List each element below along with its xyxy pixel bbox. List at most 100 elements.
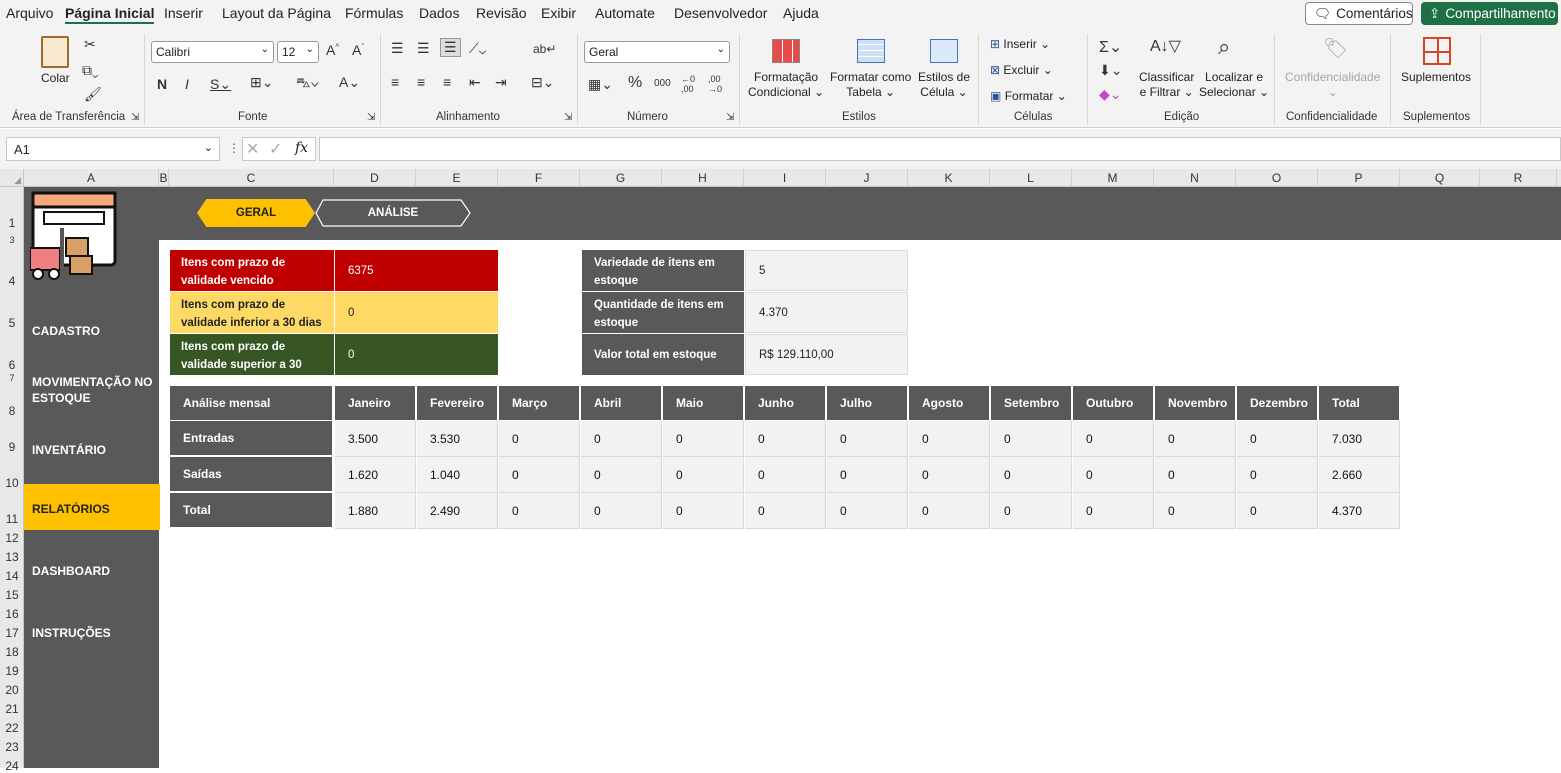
paste-icon[interactable]	[41, 36, 69, 68]
format-as-table-button[interactable]: Formatar como Tabela ⌄	[830, 70, 911, 100]
row-header[interactable]: 7	[0, 373, 24, 383]
row-header[interactable]: 5	[0, 316, 24, 330]
menu-desenvolvedor[interactable]: Desenvolvedor	[674, 5, 767, 21]
bold-icon[interactable]: N	[157, 76, 167, 92]
menu-inserir[interactable]: Inserir	[164, 5, 203, 21]
delete-cells-button[interactable]: ⊠ Excluir ⌄	[990, 63, 1053, 78]
row-header[interactable]: 3	[0, 235, 24, 245]
decrease-decimal-icon[interactable]: ,00 →0	[708, 74, 722, 94]
clear-icon[interactable]: ◆⌄	[1099, 86, 1122, 103]
column-header[interactable]: E	[416, 169, 498, 187]
column-header[interactable]: O	[1236, 169, 1318, 187]
font-name-select[interactable]: Calibri ⌄	[151, 41, 274, 63]
row-header[interactable]: 13	[0, 550, 24, 564]
sidebar-item-inventario[interactable]: INVENTÁRIO	[32, 442, 106, 458]
conditional-formatting-icon[interactable]	[772, 39, 800, 63]
format-painter-icon[interactable]: 🖌	[84, 86, 102, 103]
font-color-icon[interactable]: A⌄	[339, 74, 360, 91]
name-box[interactable]: A1 ⌄	[6, 137, 220, 161]
percent-icon[interactable]: %	[628, 74, 642, 92]
thousands-icon[interactable]: 000	[654, 78, 671, 89]
column-header[interactable]: L	[990, 169, 1072, 187]
column-header[interactable]: C	[169, 169, 334, 187]
column-header[interactable]: G	[580, 169, 662, 187]
row-header[interactable]: 6	[0, 358, 24, 372]
increase-indent-icon[interactable]: ⇥	[495, 74, 507, 91]
conditional-formatting-button[interactable]: Formatação Condicional ⌄	[748, 70, 824, 100]
align-bottom-icon[interactable]: ☰	[440, 38, 461, 57]
menu-arquivo[interactable]: Arquivo	[6, 5, 53, 21]
row-header[interactable]: 15	[0, 588, 24, 602]
autosum-icon[interactable]: Σ⌄	[1099, 37, 1122, 57]
grow-font-icon[interactable]: A^	[326, 42, 339, 58]
row-header[interactable]: 10	[0, 476, 24, 490]
underline-icon[interactable]: S⌄	[210, 76, 231, 93]
dialog-launcher-icon[interactable]: ⇲	[131, 112, 139, 123]
menu-layout[interactable]: Layout da Página	[222, 5, 331, 21]
row-header[interactable]: 12	[0, 531, 24, 545]
align-right-icon[interactable]: ≡	[443, 74, 451, 90]
column-header[interactable]: R	[1480, 169, 1557, 187]
share-button[interactable]: ⇪ Compartilhamento	[1421, 2, 1558, 25]
number-format-select[interactable]: Geral ⌄	[584, 41, 730, 63]
sort-filter-button[interactable]: Classificar e Filtrar ⌄	[1139, 70, 1194, 100]
column-header[interactable]: K	[908, 169, 990, 187]
addins-button[interactable]: Suplementos	[1401, 70, 1471, 85]
wrap-text-icon[interactable]: ab↵	[533, 42, 556, 56]
column-header[interactable]: H	[662, 169, 744, 187]
menu-exibir[interactable]: Exibir	[541, 5, 576, 21]
row-header[interactable]: 11	[0, 512, 24, 526]
column-header[interactable]: P	[1318, 169, 1400, 187]
search-icon[interactable]: ⌕	[1218, 34, 1230, 60]
row-header[interactable]: 14	[0, 569, 24, 583]
tab-geral[interactable]: GERAL	[197, 199, 315, 227]
decrease-indent-icon[interactable]: ⇤	[469, 74, 481, 91]
sidebar-item-relatorios[interactable]: RELATÓRIOS	[24, 484, 160, 530]
format-as-table-icon[interactable]	[857, 39, 885, 63]
column-header[interactable]: D	[334, 169, 416, 187]
row-header[interactable]: 22	[0, 721, 24, 735]
sidebar-item-instrucoes[interactable]: INSTRUÇÕES	[32, 625, 111, 641]
row-header[interactable]: 18	[0, 645, 24, 659]
row-header[interactable]: 23	[0, 740, 24, 754]
merge-center-icon[interactable]: ⊟⌄	[531, 74, 554, 91]
row-header[interactable]: 24	[0, 759, 24, 773]
column-header[interactable]: F	[498, 169, 580, 187]
insert-function-icon[interactable]: fx	[295, 140, 308, 156]
sidebar-item-dashboard[interactable]: DASHBOARD	[32, 563, 110, 579]
shrink-font-icon[interactable]: Aˇ	[352, 42, 364, 58]
column-header[interactable]: J	[826, 169, 908, 187]
currency-icon[interactable]: ▦⌄	[588, 76, 613, 93]
menu-dados[interactable]: Dados	[419, 5, 459, 21]
select-all-button[interactable]: ◢	[0, 169, 24, 187]
column-header[interactable]: B	[159, 169, 169, 187]
row-header[interactable]: 17	[0, 626, 24, 640]
align-middle-icon[interactable]: ☰	[417, 40, 430, 57]
row-header[interactable]: 19	[0, 664, 24, 678]
sidebar-item-cadastro[interactable]: CADASTRO	[32, 323, 100, 339]
cancel-icon[interactable]: ✕	[246, 139, 259, 159]
format-cells-button[interactable]: ▣ Formatar ⌄	[990, 89, 1067, 104]
sidebar-item-movimentacao[interactable]: MOVIMENTAÇÃO NO ESTOQUE	[32, 374, 157, 406]
cut-icon[interactable]: ✂	[84, 36, 96, 53]
confirm-icon[interactable]: ✓	[269, 139, 282, 159]
menu-automate[interactable]: Automate	[595, 5, 655, 21]
align-left-icon[interactable]: ≡	[391, 74, 399, 90]
tab-analise[interactable]: ANÁLISE	[315, 199, 471, 227]
column-header[interactable]: N	[1154, 169, 1236, 187]
formula-input[interactable]	[319, 137, 1561, 161]
align-top-icon[interactable]: ☰	[391, 40, 404, 57]
row-header[interactable]: 16	[0, 607, 24, 621]
find-select-button[interactable]: Localizar e Selecionar ⌄	[1199, 70, 1269, 100]
insert-cells-button[interactable]: ⊞ Inserir ⌄	[990, 37, 1050, 52]
row-header[interactable]: 21	[0, 702, 24, 716]
paste-button[interactable]: Colar	[41, 71, 70, 86]
fill-icon[interactable]: ⬇⌄	[1099, 62, 1122, 79]
menu-pagina-inicial[interactable]: Página Inicial	[65, 5, 155, 24]
menu-formulas[interactable]: Fórmulas	[345, 5, 403, 21]
align-center-icon[interactable]: ≡	[417, 74, 425, 90]
copy-icon[interactable]: ⧉⌄	[82, 62, 99, 79]
row-header[interactable]: 9	[0, 440, 24, 454]
more-options-icon[interactable]: ⋮	[228, 141, 240, 155]
column-header[interactable]: A	[24, 169, 159, 187]
